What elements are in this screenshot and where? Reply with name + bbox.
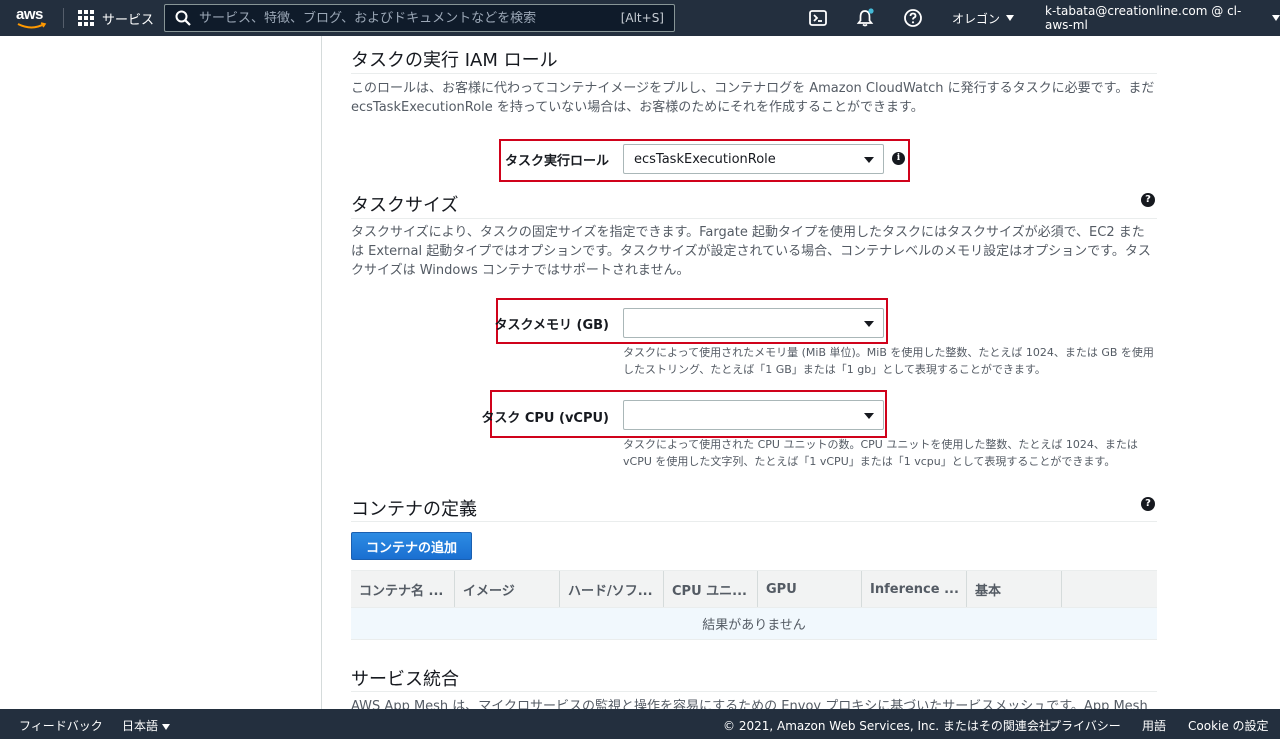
column-header[interactable]: コンテナ名 ... (351, 571, 455, 607)
add-container-button[interactable]: コンテナの追加 (351, 532, 473, 560)
container-table: コンテナ名 ... イメージ ハード/ソフ... CPU ユニ... GPU I… (351, 570, 1157, 640)
copyright-text: © 2021, Amazon Web Services, Inc. またはその関… (723, 719, 1063, 733)
task-memory-hint: タスクによって使用されたメモリ量 (MiB 単位)。MiB を使用した整数、たと… (623, 346, 1154, 376)
column-header[interactable]: イメージ (455, 571, 560, 607)
region-selector[interactable]: オレゴン (952, 0, 1015, 36)
caret-down-icon (864, 413, 874, 419)
top-navigation-bar: aws サービス [Alt+S] オレゴン (0, 0, 1280, 36)
task-cpu-select[interactable] (623, 400, 884, 430)
footer-bar: フィードバック 日本語 © 2021, Amazon Web Services,… (0, 709, 1280, 739)
account-menu[interactable]: k-tabata@creationline.com @ cl-aws-ml (1045, 0, 1280, 36)
nav-divider (63, 8, 64, 28)
column-header[interactable]: GPU (758, 571, 862, 607)
section-divider (351, 218, 1157, 219)
task-cpu-hint: タスクによって使用された CPU ユニットの数。CPU ユニットを使用した整数、… (623, 438, 1138, 468)
task-execution-role-label: タスク実行ロール (504, 154, 609, 169)
caret-down-icon (864, 157, 874, 163)
table-header: コンテナ名 ... イメージ ハード/ソフ... CPU ユニ... GPU I… (351, 570, 1157, 608)
cookie-settings-link[interactable]: Cookie の設定 (1188, 717, 1269, 734)
info-icon[interactable]: i (892, 152, 905, 165)
service-integration-title: サービス統合 (351, 669, 459, 690)
section-divider (351, 521, 1157, 522)
account-label: k-tabata@creationline.com @ cl-aws-ml (1045, 4, 1242, 32)
help-icon[interactable]: ? (1141, 497, 1155, 511)
section-divider (351, 691, 1157, 692)
grid-icon (78, 10, 94, 26)
task-size-description: タスクサイズにより、タスクの固定サイズを指定できます。Fargate 起動タイプ… (351, 225, 1151, 278)
task-execution-role-value: ecsTaskExecutionRole (634, 151, 776, 167)
column-header[interactable]: Inference ... (862, 571, 967, 607)
bell-icon[interactable] (855, 8, 875, 28)
table-empty-row: 結果がありません (351, 608, 1157, 640)
region-label: オレゴン (952, 11, 1001, 26)
chevron-down-icon (1006, 15, 1015, 21)
terms-link[interactable]: 用語 (1142, 717, 1166, 734)
cloudshell-icon[interactable] (808, 8, 828, 28)
chevron-down-icon (162, 723, 171, 730)
section-divider (351, 73, 1157, 74)
column-header[interactable]: CPU ユニ... (664, 571, 758, 607)
main-content: タスクの実行 IAM ロール このロールは、お客様に代わってコンテナイメージをプ… (322, 36, 1280, 714)
help-icon[interactable]: ? (1141, 193, 1155, 207)
help-icon[interactable] (903, 8, 923, 28)
column-header[interactable]: 基本 (967, 571, 1062, 607)
search-icon (175, 10, 191, 26)
column-header (1062, 571, 1157, 607)
aws-logo-text: aws (16, 6, 43, 23)
left-sidebar (0, 36, 322, 709)
language-selector[interactable]: 日本語 (122, 717, 171, 734)
task-execution-role-select[interactable]: ecsTaskExecutionRole (623, 144, 884, 174)
column-header[interactable]: ハード/ソフ... (560, 571, 664, 607)
services-menu-button[interactable]: サービス (78, 0, 154, 36)
aws-logo[interactable]: aws (16, 6, 48, 30)
services-label: サービス (102, 12, 155, 28)
search-shortcut: [Alt+S] (620, 11, 664, 25)
task-execution-role-title: タスクの実行 IAM ロール (351, 50, 558, 71)
task-size-title: タスクサイズ (351, 195, 459, 216)
task-memory-select[interactable] (623, 308, 884, 338)
feedback-link[interactable]: フィードバック (19, 717, 103, 734)
chevron-down-icon (1272, 15, 1280, 21)
task-memory-label: タスクメモリ (GB) (494, 318, 609, 333)
container-definitions-title: コンテナの定義 (351, 499, 477, 520)
language-label: 日本語 (122, 719, 159, 733)
search-bar[interactable]: [Alt+S] (164, 4, 675, 32)
search-input[interactable] (191, 10, 621, 26)
task-cpu-label: タスク CPU (vCPU) (481, 411, 609, 426)
task-execution-role-description: このロールは、お客様に代わってコンテナイメージをプルし、コンテナログを Amaz… (351, 81, 1155, 115)
privacy-link[interactable]: プライバシー (1049, 717, 1121, 734)
caret-down-icon (864, 321, 874, 327)
aws-smile-icon (17, 22, 47, 29)
